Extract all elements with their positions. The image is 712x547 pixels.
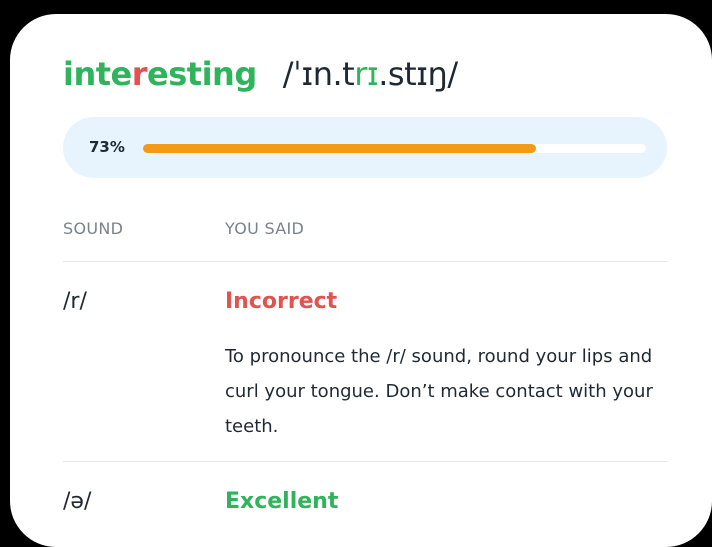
score-progress: 73%: [63, 117, 667, 178]
progress-fill: [143, 144, 536, 153]
result-excellent: Excellent: [225, 489, 339, 514]
pronunciation-tip: To pronounce the /r/ sound, round your l…: [225, 346, 653, 437]
ipa-transcription: /ˈɪn.trɪ.stɪŋ/: [283, 55, 458, 93]
column-header-you-said: YOU SAID: [225, 219, 305, 238]
result-incorrect: Incorrect: [225, 289, 338, 314]
progress-track: [143, 144, 646, 153]
word-part-correct-1: inte: [63, 55, 132, 93]
ipa-part-3: .stɪŋ/: [378, 55, 458, 93]
score-percent: 73%: [89, 138, 125, 156]
sound-schwa: /ə/: [63, 489, 92, 514]
column-header-sound: SOUND: [63, 219, 124, 238]
divider: [63, 261, 667, 262]
word-part-incorrect: r: [131, 55, 148, 93]
pronunciation-card: interesting/ˈɪn.trɪ.stɪŋ/ 73% SOUND YOU …: [10, 14, 712, 547]
word-heading: interesting/ˈɪn.trɪ.stɪŋ/: [63, 54, 458, 94]
divider: [63, 461, 667, 462]
word-part-correct-2: esting: [147, 55, 257, 93]
sound-r: /r/: [63, 289, 87, 314]
ipa-part-2: rɪ: [354, 55, 379, 93]
ipa-part-1: /ˈɪn.t: [282, 55, 355, 93]
